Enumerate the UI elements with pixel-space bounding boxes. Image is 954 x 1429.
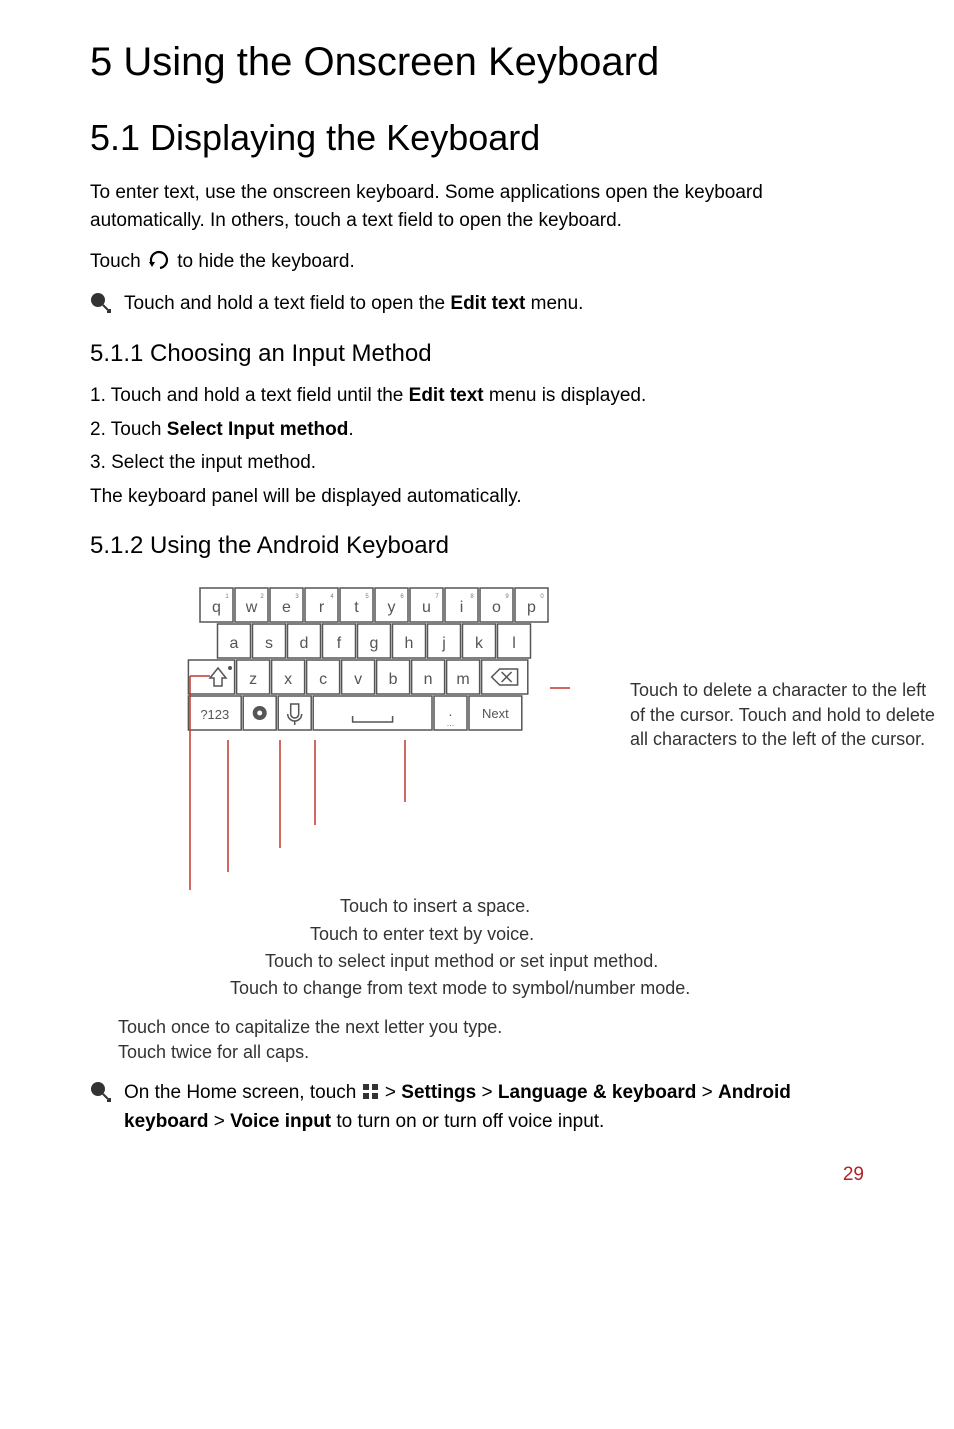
subsection-1-title: 5.1.1 Choosing an Input Method — [90, 340, 864, 368]
svg-text:3: 3 — [295, 594, 299, 600]
keyboard-diagram: q1 w2 e3 r4 t5 y6 u7 i8 o9 p0 a s d f g h j k l z x c v b n m ?… — [150, 580, 864, 1001]
bold-text: Edit text — [450, 293, 525, 314]
svg-text:9: 9 — [505, 594, 509, 600]
svg-text:.: . — [449, 703, 453, 719]
caps-line-2: Touch twice for all caps. — [118, 1040, 864, 1065]
svg-text:x: x — [284, 671, 292, 688]
svg-text:u: u — [422, 599, 431, 616]
svg-text:f: f — [337, 635, 342, 652]
callout-method: Touch to select input method or set inpu… — [265, 949, 864, 974]
caps-note: Touch once to capitalize the next letter… — [118, 1015, 864, 1065]
svg-text:…: … — [447, 719, 455, 728]
apps-icon — [362, 1083, 380, 1101]
after-steps-paragraph: The keyboard panel will be displayed aut… — [90, 483, 864, 511]
svg-text:n: n — [424, 671, 433, 688]
text: menu. — [525, 293, 583, 314]
text: > — [385, 1082, 401, 1103]
bold-text: Settings — [401, 1082, 476, 1103]
svg-text:p: p — [527, 599, 536, 616]
caps-line-1: Touch once to capitalize the next letter… — [118, 1015, 864, 1040]
text: > — [476, 1082, 498, 1103]
svg-text:l: l — [512, 635, 516, 652]
step-3: 3. Select the input method. — [90, 449, 864, 477]
svg-text:7: 7 — [435, 594, 439, 600]
svg-text:m: m — [456, 671, 469, 688]
callout-delete: Touch to delete a character to the left … — [630, 678, 940, 751]
text: to turn on or turn off voice input. — [331, 1111, 604, 1132]
text: Touch — [90, 251, 146, 272]
svg-text:z: z — [249, 671, 257, 688]
tip-icon — [90, 292, 114, 316]
svg-text:h: h — [405, 635, 414, 652]
svg-text:8: 8 — [470, 594, 474, 600]
intro-paragraph-1: To enter text, use the onscreen keyboard… — [90, 179, 864, 234]
svg-text:v: v — [354, 671, 362, 688]
callout-voice: Touch to enter text by voice. — [310, 922, 864, 947]
svg-text:a: a — [230, 635, 239, 652]
svg-text:4: 4 — [330, 594, 334, 600]
step-1: 1. Touch and hold a text field until the… — [90, 382, 864, 410]
svg-text:2: 2 — [260, 594, 264, 600]
svg-text:j: j — [441, 635, 446, 652]
svg-text:?123: ?123 — [200, 707, 229, 722]
tip-icon — [90, 1081, 114, 1105]
svg-text:d: d — [300, 635, 309, 652]
svg-text:6: 6 — [400, 594, 404, 600]
svg-text:1: 1 — [225, 594, 229, 600]
chapter-title: 5 Using the Onscreen Keyboard — [90, 40, 864, 85]
svg-text:e: e — [282, 599, 291, 616]
keyboard-svg: q1 w2 e3 r4 t5 y6 u7 i8 o9 p0 a s d f g h j k l z x c v b n m ?… — [150, 580, 570, 890]
bold-text: Edit text — [409, 385, 484, 406]
bold-text: Language & keyboard — [498, 1082, 697, 1103]
bold-text: Voice input — [230, 1111, 331, 1132]
svg-text:Next: Next — [482, 706, 509, 721]
callout-space: Touch to insert a space. — [340, 894, 864, 919]
svg-text:0: 0 — [540, 594, 544, 600]
svg-text:t: t — [354, 599, 359, 616]
back-icon — [146, 250, 172, 270]
bold-text: Select Input method — [167, 419, 349, 440]
callout-mode: Touch to change from text mode to symbol… — [230, 976, 864, 1001]
svg-text:y: y — [388, 599, 396, 616]
svg-text:c: c — [319, 671, 327, 688]
intro-paragraph-2: Touch to hide the keyboard. — [90, 248, 864, 276]
text: to hide the keyboard. — [177, 251, 354, 272]
svg-text:s: s — [265, 635, 273, 652]
page-number: 29 — [90, 1164, 864, 1186]
text: On the Home screen, touch — [124, 1082, 362, 1103]
svg-text:i: i — [460, 599, 464, 616]
text: 1. Touch and hold a text field until the — [90, 385, 409, 406]
svg-text:k: k — [475, 635, 484, 652]
svg-text:g: g — [370, 635, 379, 652]
text: > — [696, 1082, 718, 1103]
note-row-voice-input: On the Home screen, touch > Settings > L… — [90, 1079, 864, 1136]
svg-text:5: 5 — [365, 594, 369, 600]
note-row-edit-text: Touch and hold a text field to open the … — [90, 290, 864, 319]
svg-text:r: r — [319, 599, 325, 616]
callouts-below: Touch to insert a space. Touch to enter … — [210, 894, 864, 1001]
text: 2. Touch — [90, 419, 167, 440]
svg-text:q: q — [212, 599, 221, 616]
svg-text:b: b — [389, 671, 398, 688]
svg-text:o: o — [492, 599, 501, 616]
text: > — [208, 1111, 230, 1132]
step-2: 2. Touch Select Input method. — [90, 416, 864, 444]
text: . — [348, 419, 353, 440]
text: Touch and hold a text field to open the — [124, 293, 450, 314]
svg-text:w: w — [245, 599, 258, 616]
subsection-2-title: 5.1.2 Using the Android Keyboard — [90, 532, 864, 560]
section-title: 5.1 Displaying the Keyboard — [90, 117, 864, 159]
text: menu is displayed. — [484, 385, 647, 406]
